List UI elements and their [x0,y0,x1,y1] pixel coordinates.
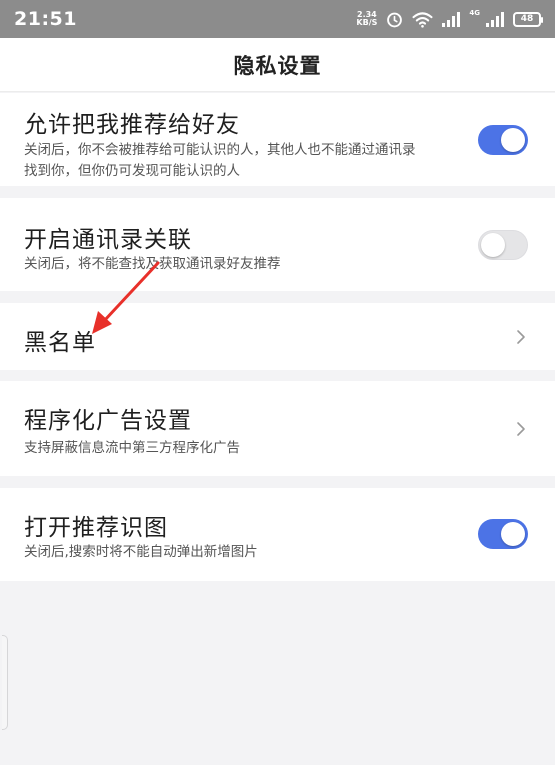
setting-programmatic-ads[interactable]: 程序化广告设置 支持屏蔽信息流中第三方程序化广告 [0,381,555,476]
wifi-icon [412,11,433,28]
edge-swipe-handle[interactable] [2,635,8,730]
network-type-label: 4G [469,9,480,17]
page-header: 隐私设置 [0,38,555,92]
toggle-knob [481,233,505,257]
setting-recommend-to-friends[interactable]: 允许把我推荐给好友 关闭后，你不会被推荐给可能认识的人，其他人也不能通过通讯录找… [0,93,555,186]
toggle-knob [501,522,525,546]
setting-title: 允许把我推荐给好友 [24,112,240,138]
battery-icon: 48 [513,11,543,27]
recommend-to-friends-toggle[interactable] [478,125,528,155]
signal-icon-secondary [486,11,504,27]
setting-contacts-link[interactable]: 开启通讯录关联 关闭后，将不能查找及获取通讯录好友推荐 [0,198,555,291]
setting-title: 开启通讯录关联 [24,227,192,253]
chevron-right-icon [517,422,525,436]
contacts-link-toggle[interactable] [478,230,528,260]
setting-title: 黑名单 [24,330,96,356]
network-speed-unit: KB/S [356,18,378,27]
setting-title: 程序化广告设置 [24,408,192,434]
battery-level: 48 [520,14,534,24]
chevron-right-icon [517,330,525,344]
setting-blacklist[interactable]: 黑名单 [0,303,555,370]
status-icons: 2.34 KB/S 4G 48 [356,9,543,28]
setting-description: 支持屏蔽信息流中第三方程序化广告 [24,440,240,456]
setting-description: 关闭后,搜索时将不能自动弹出新增图片 [24,544,258,560]
setting-title: 打开推荐识图 [24,515,168,541]
setting-recommend-image[interactable]: 打开推荐识图 关闭后,搜索时将不能自动弹出新增图片 [0,488,555,581]
network-speed: 2.34 KB/S [356,11,377,27]
setting-description: 关闭后，你不会被推荐给可能认识的人，其他人也不能通过通讯录找到你，但你仍可发现可… [24,142,416,179]
status-time: 21:51 [14,8,77,30]
toggle-knob [501,128,525,152]
alarm-icon [387,12,403,27]
page-title: 隐私设置 [233,53,322,78]
setting-description: 关闭后，将不能查找及获取通讯录好友推荐 [24,256,281,272]
status-bar: 21:51 2.34 KB/S 4G 48 [0,0,555,38]
signal-icon [442,11,461,27]
recommend-image-toggle[interactable] [478,519,528,549]
